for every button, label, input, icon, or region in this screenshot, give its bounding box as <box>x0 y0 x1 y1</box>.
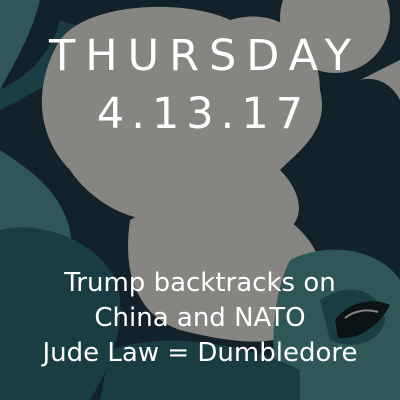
headline-item: Jude Law = Dumbledore <box>42 338 358 368</box>
headline-list: Trump backtracks on China and NATO Jude … <box>0 266 400 371</box>
date-heading: 4.13.17 <box>96 89 311 139</box>
news-card: THURSDAY 4.13.17 Trump backtracks on Chi… <box>0 0 400 400</box>
headline-item: Trump backtracks on <box>64 268 336 298</box>
day-heading: THURSDAY <box>49 31 361 81</box>
headline-item: China and NATO <box>94 303 306 333</box>
